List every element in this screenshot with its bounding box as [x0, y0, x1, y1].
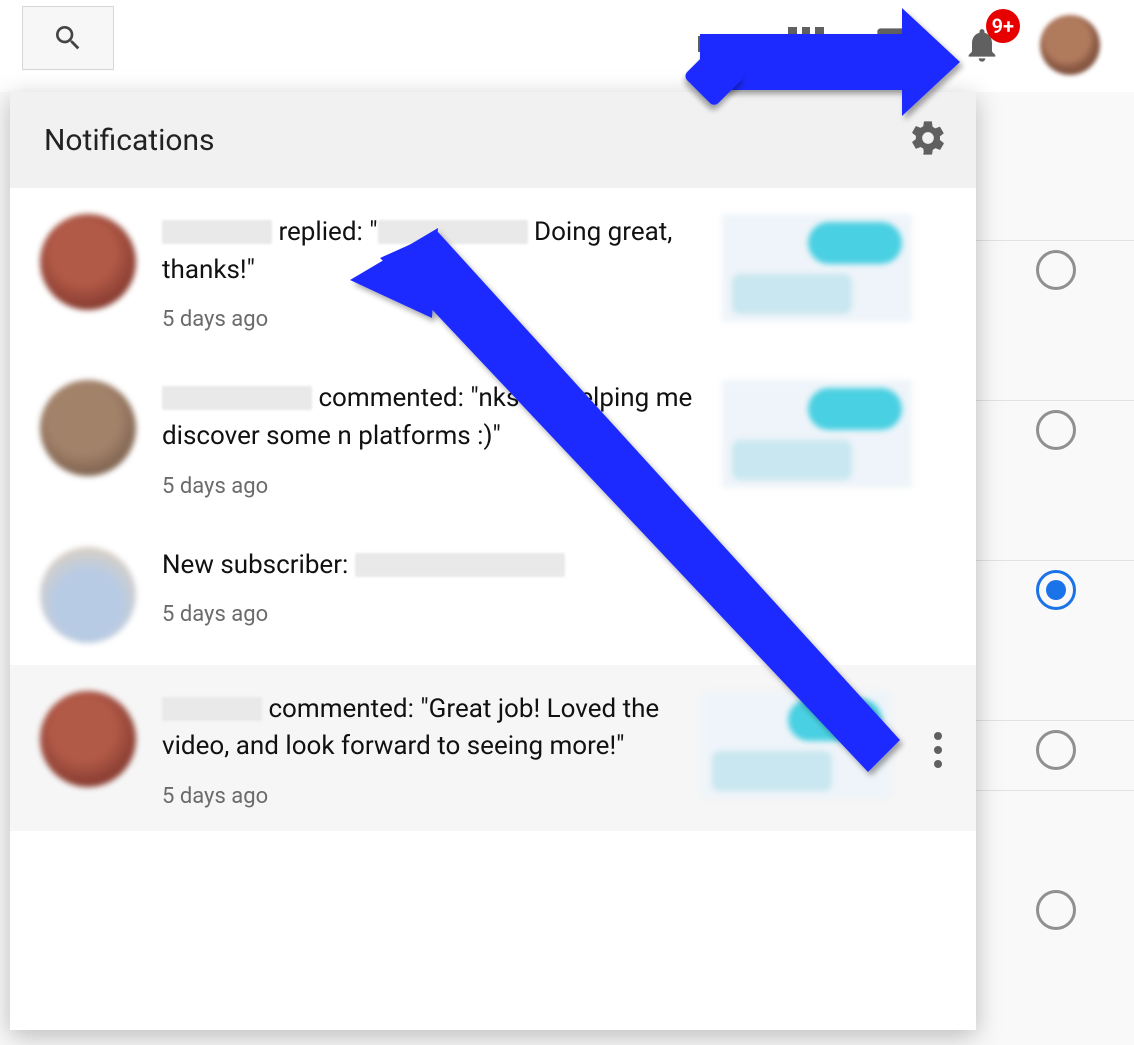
- apps-button[interactable]: [776, 15, 836, 75]
- video-thumbnail[interactable]: [702, 691, 892, 799]
- radio-option-5[interactable]: [1036, 890, 1076, 930]
- subscriber-avatar: [40, 547, 136, 643]
- commenter-avatar: [40, 380, 136, 476]
- notifications-button[interactable]: 9+: [952, 15, 1012, 75]
- messages-icon: [874, 25, 914, 65]
- radio-option-4[interactable]: [1036, 730, 1076, 770]
- notification-settings-button[interactable]: [908, 118, 948, 162]
- commenter-avatar: [40, 214, 136, 310]
- search-button[interactable]: [22, 6, 114, 70]
- redacted-name: [162, 386, 312, 410]
- redacted-text: [378, 220, 528, 244]
- notification-text: commented: "nks for helping me discover …: [162, 380, 696, 455]
- video-thumbnail[interactable]: [722, 214, 912, 322]
- redacted-name: [355, 553, 565, 577]
- option-list: [1036, 250, 1082, 930]
- panel-header: Notifications: [10, 92, 976, 188]
- notification-text: New subscriber:: [162, 547, 696, 585]
- notification-time: 5 days ago: [162, 784, 676, 809]
- create-button[interactable]: [688, 15, 748, 75]
- messages-button[interactable]: [864, 15, 924, 75]
- notification-text: commented: "Great job! Loved the video, …: [162, 691, 676, 766]
- plus-icon: [698, 36, 714, 52]
- account-avatar[interactable]: [1040, 15, 1100, 75]
- redacted-name: [162, 220, 272, 244]
- notification-badge: 9+: [986, 9, 1020, 43]
- notification-time: 5 days ago: [162, 602, 696, 627]
- radio-option-3[interactable]: [1036, 570, 1076, 610]
- radio-option-1[interactable]: [1036, 250, 1076, 290]
- notification-time: 5 days ago: [162, 474, 696, 499]
- video-thumbnail[interactable]: [722, 380, 912, 488]
- notifications-panel: Notifications replied: " Doing great, th…: [10, 92, 976, 1030]
- notification-text: replied: " Doing great, thanks!": [162, 214, 696, 289]
- notification-list: replied: " Doing great, thanks!" 5 days …: [10, 188, 976, 831]
- panel-title: Notifications: [44, 123, 215, 158]
- notification-more-button[interactable]: [918, 691, 958, 809]
- apps-grid-icon: [788, 27, 824, 63]
- commenter-avatar: [40, 691, 136, 787]
- more-vert-icon: [934, 746, 942, 754]
- radio-option-2[interactable]: [1036, 410, 1076, 450]
- search-icon: [52, 22, 84, 54]
- gear-icon: [908, 118, 948, 158]
- notification-time: 5 days ago: [162, 307, 696, 332]
- notification-item[interactable]: New subscriber: 5 days ago: [10, 521, 976, 665]
- notification-item[interactable]: commented: "nks for helping me discover …: [10, 354, 976, 520]
- redacted-name: [162, 697, 262, 721]
- app-header: 9+: [0, 0, 1134, 92]
- notification-item[interactable]: commented: "Great job! Loved the video, …: [10, 665, 976, 831]
- notification-item[interactable]: replied: " Doing great, thanks!" 5 days …: [10, 188, 976, 354]
